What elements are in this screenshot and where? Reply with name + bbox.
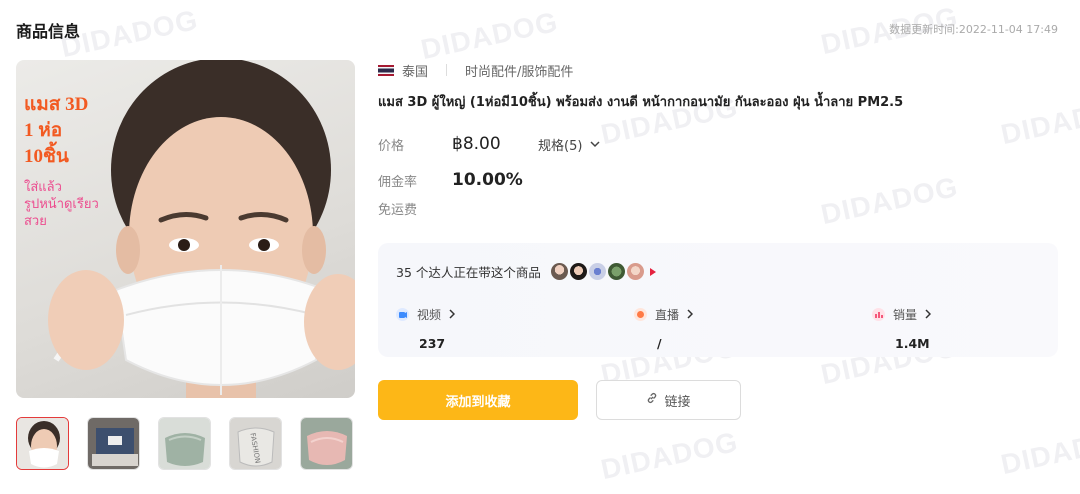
stat-label: 视频 [417, 308, 442, 322]
overlay-line: 10ชิ้น [24, 146, 69, 167]
chevron-right-icon [449, 308, 456, 322]
stat-label: 直播 [655, 308, 680, 322]
watermark: DIDADOG [598, 425, 741, 486]
image-overlay-text: แมส 3D 1 ห่อ 10ชิ้น [24, 92, 88, 170]
chevron-down-icon [590, 137, 600, 152]
category-label[interactable]: 时尚配件/服饰配件 [465, 61, 573, 80]
creators-text: 35 个达人正在带这个商品 [396, 265, 541, 280]
page-title: 商品信息 [16, 22, 81, 41]
product-title: แมส 3D ผู้ใหญ่ (1ห่อมี10ชิ้น) พร้อมส่ง ง… [378, 95, 904, 110]
overlay-line: แมส 3D [24, 94, 89, 115]
sales-chart-icon [872, 308, 885, 321]
creators-row[interactable]: 35 个达人正在带这个商品 [396, 262, 656, 281]
stats-panel: 35 个达人正在带这个商品 视频 237 直播 / 销量 1.4M [378, 243, 1058, 357]
thumbnail-5[interactable] [300, 417, 353, 470]
stat-value: 237 [419, 336, 446, 351]
thumbnail-strip: FASHION [16, 417, 353, 470]
spec-label: 规格(5) [538, 138, 583, 154]
price-label: 价格 [378, 138, 405, 154]
header: 商品信息 数据更新时间:2022-11-04 17:49 [16, 18, 1058, 42]
link-button[interactable]: 链接 [596, 380, 741, 420]
overlay-subline: สวย [24, 213, 47, 228]
add-to-favorites-button[interactable]: 添加到收藏 [378, 380, 578, 420]
caret-right-icon[interactable] [649, 264, 656, 279]
product-main-image[interactable]: แมส 3D 1 ห่อ 10ชิ้น ใส่แล้ว รูปหน้าดูเรี… [16, 60, 355, 398]
spec-dropdown[interactable]: 规格(5) [538, 135, 600, 154]
avatar[interactable] [550, 263, 568, 280]
divider [446, 64, 448, 76]
chevron-right-icon [687, 308, 694, 322]
link-icon [646, 392, 658, 408]
chevron-right-icon [925, 308, 932, 322]
creator-avatars [550, 263, 656, 280]
region-row: 泰国 时尚配件/服饰配件 [378, 60, 1058, 80]
thumbnail-2[interactable] [87, 417, 140, 470]
stat-label: 销量 [893, 308, 918, 322]
overlay-line: 1 ห่อ [24, 120, 63, 141]
image-overlay-subtext: ใส่แล้ว รูปหน้าดูเรียว สวย [24, 178, 99, 229]
link-label: 链接 [664, 394, 691, 410]
avatar[interactable] [626, 263, 644, 280]
commission-value: 10.00% [452, 170, 523, 190]
update-time: 数据更新时间:2022-11-04 17:49 [889, 23, 1058, 36]
thumbnail-4[interactable]: FASHION [229, 417, 282, 470]
video-icon [396, 308, 409, 321]
stat-live[interactable]: 直播 / [634, 306, 694, 351]
avatar[interactable] [607, 263, 625, 280]
stat-video[interactable]: 视频 237 [396, 306, 456, 351]
stat-sales[interactable]: 销量 1.4M [872, 306, 932, 351]
price-value: ฿8.00 [452, 134, 501, 154]
overlay-subline: ใส่แล้ว [24, 179, 62, 194]
watermark: DIDADOG [998, 420, 1080, 481]
thumbnail-1[interactable] [16, 417, 69, 470]
overlay-subline: รูปหน้าดูเรียว [24, 196, 99, 211]
avatar[interactable] [588, 263, 606, 280]
free-shipping-label: 免运费 [378, 202, 418, 218]
avatar[interactable] [569, 263, 587, 280]
commission-label: 佣金率 [378, 174, 418, 190]
product-info: 泰国 时尚配件/服饰配件 แมส 3D ผู้ใหญ่ (1ห่อมี10ชิ้… [378, 60, 1058, 218]
commission-row: 佣金率 10.00% [378, 169, 1058, 191]
thumbnail-3[interactable] [158, 417, 211, 470]
country-label: 泰国 [402, 64, 429, 80]
stat-value: / [657, 336, 662, 351]
shipping-row: 免运费 [378, 199, 1058, 218]
thailand-flag-icon [378, 64, 394, 76]
price-row: 价格 ฿8.00 规格(5) [378, 133, 1058, 155]
live-icon [634, 308, 647, 321]
stat-value: 1.4M [895, 336, 930, 351]
